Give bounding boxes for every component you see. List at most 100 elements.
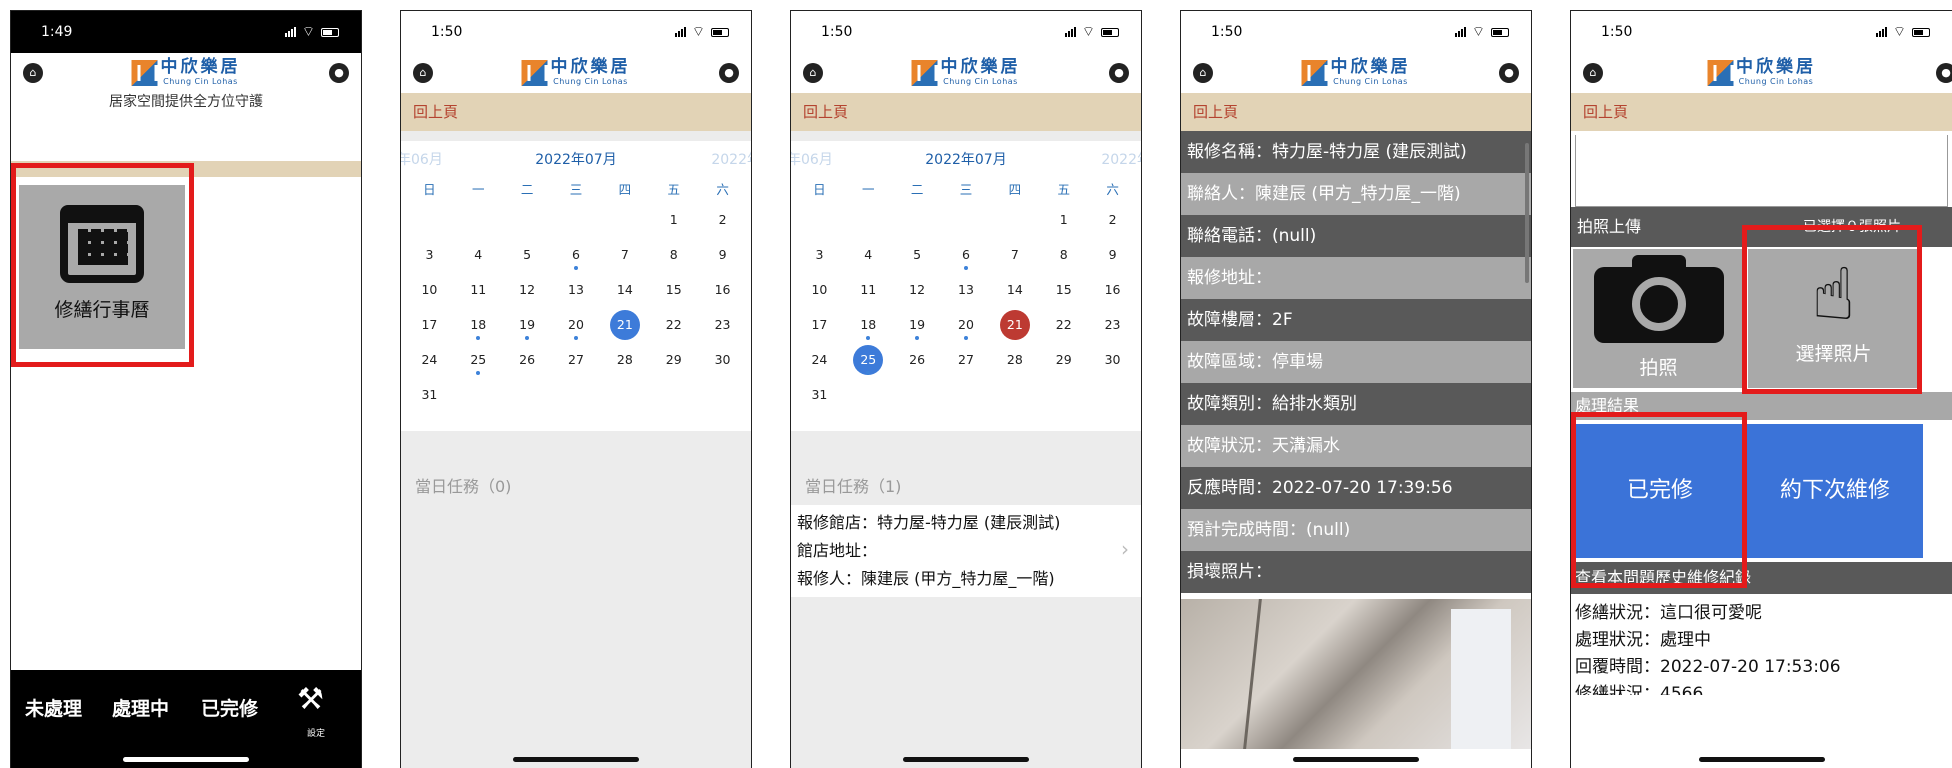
- calendar-day[interactable]: 3: [405, 240, 454, 275]
- calendar-day[interactable]: 11: [454, 275, 503, 310]
- calendar-day[interactable]: 19: [893, 310, 942, 345]
- schedule-next-button[interactable]: 約下次維修: [1747, 424, 1923, 558]
- calendar-day[interactable]: 21: [990, 310, 1039, 345]
- calendar-day[interactable]: 22: [649, 310, 698, 345]
- calendar-day[interactable]: 7: [600, 240, 649, 275]
- home-icon[interactable]: ⌂: [1583, 63, 1603, 83]
- calendar-day[interactable]: 10: [405, 275, 454, 310]
- calendar-day[interactable]: 28: [990, 345, 1039, 380]
- calendar-day[interactable]: 7: [990, 240, 1039, 275]
- calendar-day[interactable]: 23: [1088, 310, 1137, 345]
- calendar-day[interactable]: 13: [942, 275, 991, 310]
- back-button[interactable]: 回上頁: [791, 93, 1141, 131]
- calendar-day[interactable]: 11: [844, 275, 893, 310]
- calendar-day[interactable]: 10: [795, 275, 844, 310]
- next-month[interactable]: 2022年: [1101, 149, 1141, 169]
- calendar-day[interactable]: 18: [844, 310, 893, 345]
- calendar-day[interactable]: 26: [893, 345, 942, 380]
- logo-mark-icon: [521, 59, 548, 86]
- calendar-day[interactable]: 15: [1039, 275, 1088, 310]
- next-month[interactable]: 2022年: [711, 149, 751, 169]
- calendar-day[interactable]: 23: [698, 310, 747, 345]
- calendar-day[interactable]: 25: [844, 345, 893, 380]
- calendar-day[interactable]: 24: [795, 345, 844, 380]
- home-icon[interactable]: ⌂: [23, 63, 43, 83]
- calendar-day[interactable]: 26: [503, 345, 552, 380]
- calendar-day[interactable]: 30: [698, 345, 747, 380]
- calendar-day[interactable]: 6: [942, 240, 991, 275]
- calendar-day[interactable]: 16: [1088, 275, 1137, 310]
- calendar-day[interactable]: 17: [795, 310, 844, 345]
- calendar-day[interactable]: 27: [552, 345, 601, 380]
- calendar-day[interactable]: 12: [893, 275, 942, 310]
- calendar-day[interactable]: 20: [552, 310, 601, 345]
- take-photo-button[interactable]: 拍照: [1573, 249, 1744, 388]
- calendar-day[interactable]: 3: [795, 240, 844, 275]
- calendar-day[interactable]: 2: [698, 205, 747, 240]
- calendar-day[interactable]: 29: [1039, 345, 1088, 380]
- home-icon[interactable]: ⌂: [803, 63, 823, 83]
- prev-month[interactable]: 年06月: [401, 149, 443, 169]
- app-header: ⌂ 中欣樂居 Chung Cin Lohas ●: [11, 53, 361, 93]
- calendar-day[interactable]: 14: [990, 275, 1039, 310]
- calendar-day[interactable]: 5: [503, 240, 552, 275]
- home-icon[interactable]: ⌂: [1193, 63, 1213, 83]
- tools-icon[interactable]: ⚒: [297, 682, 324, 717]
- account-icon[interactable]: ●: [719, 63, 739, 83]
- calendar-day[interactable]: 1: [649, 205, 698, 240]
- account-icon[interactable]: ●: [329, 63, 349, 83]
- calendar-day[interactable]: 2: [1088, 205, 1137, 240]
- calendar-day[interactable]: 21: [600, 310, 649, 345]
- scrollbar[interactable]: [1525, 143, 1529, 283]
- calendar-day[interactable]: 13: [552, 275, 601, 310]
- logo-mark-icon: [911, 59, 938, 86]
- calendar-day[interactable]: 18: [454, 310, 503, 345]
- signal-icon: [1064, 27, 1076, 37]
- calendar-day[interactable]: 27: [942, 345, 991, 380]
- account-icon[interactable]: ●: [1499, 63, 1519, 83]
- calendar-day[interactable]: 9: [1088, 240, 1137, 275]
- calendar-day[interactable]: 8: [649, 240, 698, 275]
- back-button[interactable]: 回上頁: [401, 93, 751, 131]
- home-icon[interactable]: ⌂: [413, 63, 433, 83]
- calendar-day[interactable]: 17: [405, 310, 454, 345]
- calendar-day[interactable]: 22: [1039, 310, 1088, 345]
- notes-textarea[interactable]: [1575, 135, 1948, 207]
- status-time: 1:49: [41, 24, 73, 40]
- calendar-day[interactable]: 15: [649, 275, 698, 310]
- calendar-day[interactable]: 16: [698, 275, 747, 310]
- damage-photo[interactable]: [1181, 599, 1531, 749]
- calendar-day[interactable]: 9: [698, 240, 747, 275]
- calendar-day[interactable]: 6: [552, 240, 601, 275]
- calendar-day[interactable]: 14: [600, 275, 649, 310]
- calendar-day[interactable]: 19: [503, 310, 552, 345]
- back-button[interactable]: 回上頁: [1181, 93, 1531, 131]
- account-icon[interactable]: ●: [1936, 63, 1952, 83]
- account-icon[interactable]: ●: [1109, 63, 1129, 83]
- calendar-day[interactable]: 8: [1039, 240, 1088, 275]
- task-item[interactable]: 報修館店：特力屋-特力屋 (建辰測試) 館店地址： 報修人：陳建辰 (甲方_特力…: [791, 505, 1141, 597]
- prev-month[interactable]: 年06月: [791, 149, 833, 169]
- tab-pending[interactable]: 未處理: [25, 694, 82, 721]
- calendar-day[interactable]: 31: [405, 380, 454, 415]
- tab-completed[interactable]: 已完修: [201, 694, 258, 721]
- calendar-day[interactable]: 5: [893, 240, 942, 275]
- tab-in-progress[interactable]: 處理中: [112, 694, 169, 721]
- calendar-day[interactable]: 30: [1088, 345, 1137, 380]
- calendar-day[interactable]: 28: [600, 345, 649, 380]
- calendar-day[interactable]: 1: [1039, 205, 1088, 240]
- calendar-empty: [600, 205, 649, 240]
- back-button[interactable]: 回上頁: [1571, 93, 1952, 131]
- calendar-day[interactable]: 12: [503, 275, 552, 310]
- calendar-day[interactable]: 20: [942, 310, 991, 345]
- detail-row: 聯絡人：陳建辰 (甲方_特力屋_一階): [1181, 173, 1531, 215]
- calendar-day[interactable]: 4: [454, 240, 503, 275]
- calendar-day[interactable]: 31: [795, 380, 844, 415]
- detail-row: 故障樓層：2F: [1181, 299, 1531, 341]
- calendar-day[interactable]: 24: [405, 345, 454, 380]
- weekday-header: 五: [1057, 182, 1070, 197]
- calendar-day[interactable]: 4: [844, 240, 893, 275]
- logo-sub: Chung Cin Lohas: [1333, 77, 1408, 86]
- calendar-day[interactable]: 25: [454, 345, 503, 380]
- calendar-day[interactable]: 29: [649, 345, 698, 380]
